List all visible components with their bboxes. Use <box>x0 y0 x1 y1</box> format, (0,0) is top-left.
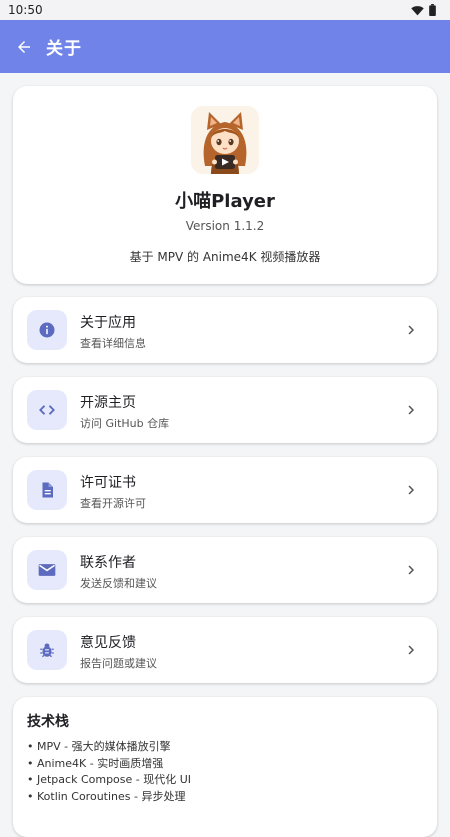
app-name: 小喵Player <box>175 191 275 212</box>
menu-item-about-app[interactable]: 关于应用 查看详细信息 <box>13 297 437 363</box>
info-icon <box>39 322 55 338</box>
chevron-right-icon <box>408 565 415 575</box>
tech-stack-item: • Kotlin Coroutines - 异步处理 <box>27 789 186 803</box>
back-button[interactable] <box>12 35 36 59</box>
tech-stack-card: 技术栈 • MPV - 强大的媒体播放引擎 • Anime4K - 实时画质增强… <box>13 697 437 837</box>
tech-stack-item: • MPV - 强大的媒体播放引擎 <box>27 740 171 753</box>
app-info-card: 小喵Player Version 1.1.2 基于 MPV 的 Anime4K … <box>13 86 437 284</box>
menu-icon-box <box>27 550 67 590</box>
status-bar: 10:50 <box>0 0 450 20</box>
menu-item-subtitle: 查看开源许可 <box>80 497 146 510</box>
app-description: 基于 MPV 的 Anime4K 视频播放器 <box>129 250 321 264</box>
tech-stack-list: • MPV - 强大的媒体播放引擎 • Anime4K - 实时画质增强 • J… <box>27 739 191 805</box>
menu-item-subtitle: 报告问题或建议 <box>80 657 157 670</box>
chevron-right-icon <box>408 645 415 655</box>
menu-icon-box <box>27 470 67 510</box>
menu-item-subtitle: 发送反馈和建议 <box>80 577 157 590</box>
menu-icon-box <box>27 630 67 670</box>
status-icons <box>411 4 436 16</box>
menu-item-title: 开源主页 <box>80 395 136 411</box>
tech-stack-item: • Anime4K - 实时画质增强 <box>27 756 164 770</box>
menu-item-subtitle: 查看详细信息 <box>80 337 146 350</box>
mail-icon <box>38 564 56 576</box>
app-bar: 关于 <box>0 20 450 73</box>
chevron-right-icon <box>408 325 415 335</box>
bug-icon <box>40 643 54 658</box>
document-icon <box>42 482 53 498</box>
chevron-right-icon <box>408 405 415 415</box>
menu-item-title: 联系作者 <box>80 555 136 571</box>
app-version: Version 1.1.2 <box>185 219 265 233</box>
menu-item-feedback[interactable]: 意见反馈 报告问题或建议 <box>13 617 437 683</box>
page-title: 关于 <box>46 39 82 59</box>
menu-item-title: 关于应用 <box>80 315 136 331</box>
app-logo <box>191 106 259 174</box>
menu-item-title: 许可证书 <box>80 475 136 491</box>
battery-icon <box>429 4 436 16</box>
tech-stack-title: 技术栈 <box>27 714 69 730</box>
tech-stack-item: • Jetpack Compose - 现代化 UI <box>27 773 192 786</box>
menu-item-subtitle: 访问 GitHub 仓库 <box>80 417 170 430</box>
menu-item-contact-author[interactable]: 联系作者 发送反馈和建议 <box>13 537 437 603</box>
menu-item-license[interactable]: 许可证书 查看开源许可 <box>13 457 437 523</box>
code-icon <box>39 405 55 415</box>
chevron-right-icon <box>408 485 415 495</box>
arrow-back-icon <box>18 40 30 53</box>
menu-item-github[interactable]: 开源主页 访问 GitHub 仓库 <box>13 377 437 443</box>
menu-icon-box <box>27 390 67 430</box>
status-time: 10:50 <box>8 3 43 17</box>
menu-item-title: 意见反馈 <box>80 635 136 651</box>
menu-icon-box <box>27 310 67 350</box>
wifi-icon <box>411 5 424 15</box>
